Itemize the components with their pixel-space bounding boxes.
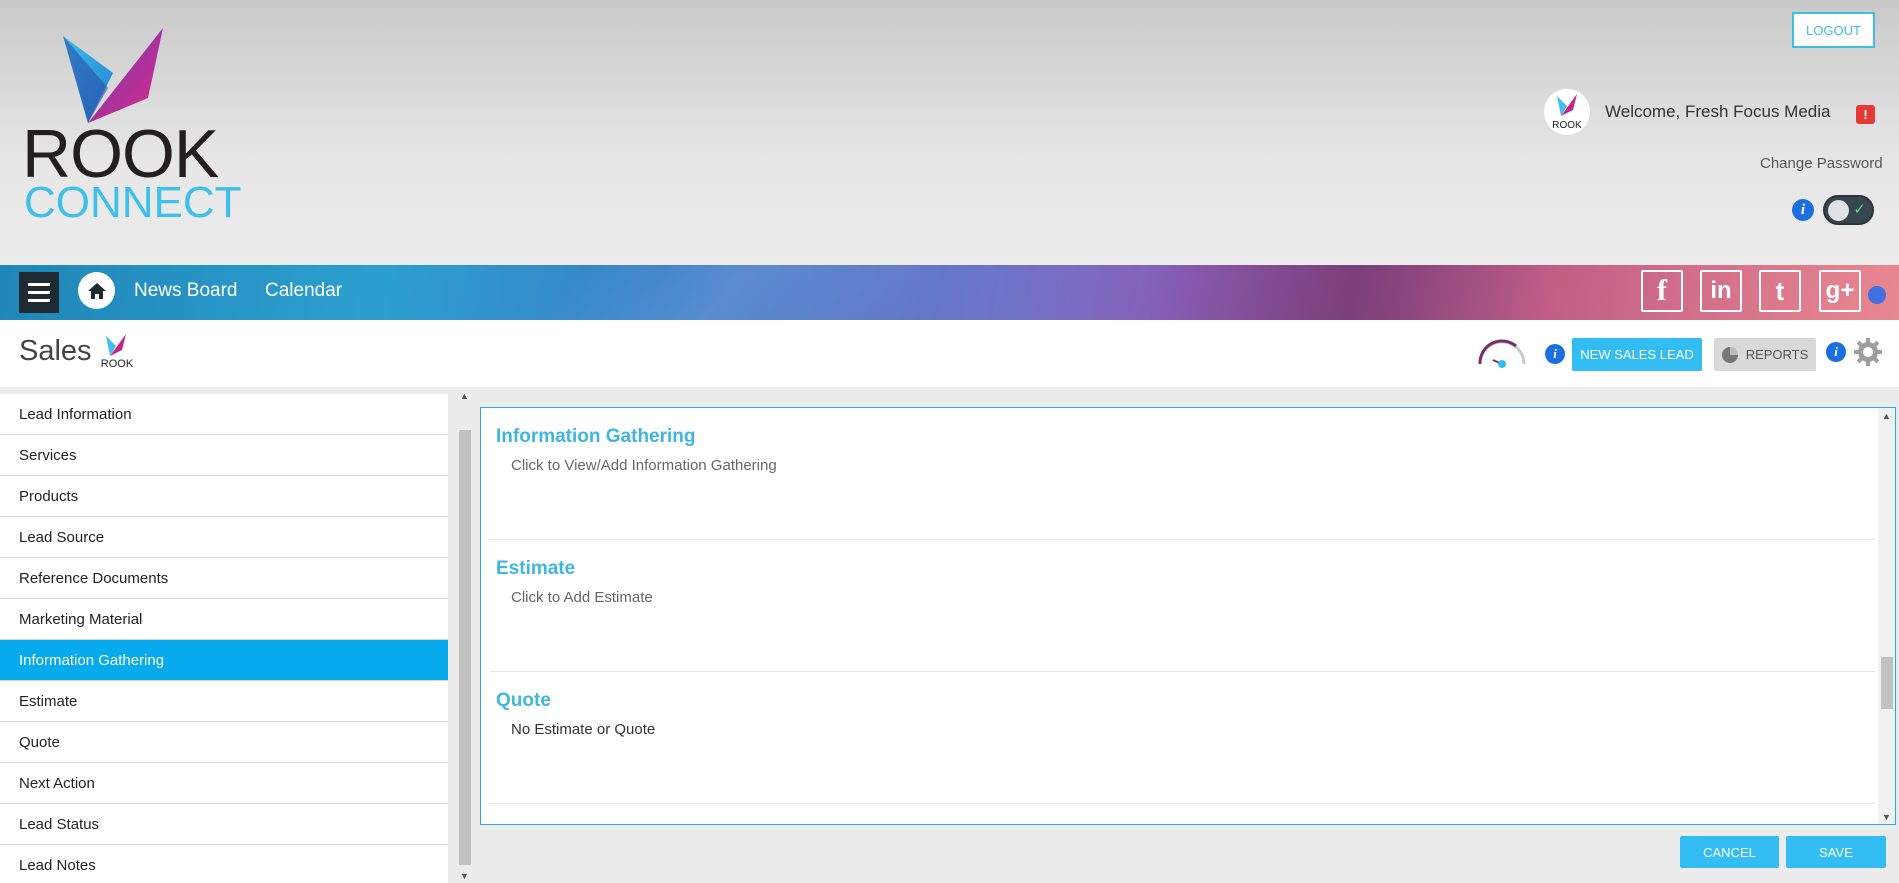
scroll-down-icon[interactable]: ▼ [460, 871, 469, 881]
main-scrollbar[interactable]: ▲ ▼ [1878, 408, 1895, 824]
info-icon[interactable]: i [1792, 199, 1814, 221]
sales-logo-icon: ROOK [101, 334, 134, 370]
sidebar-item-reference-documents[interactable]: Reference Documents [0, 558, 448, 599]
lead-details-panel: Information Gathering Click to View/Add … [480, 407, 1896, 825]
sidebar-item-marketing-material[interactable]: Marketing Material [0, 599, 448, 640]
sidebar-item-services[interactable]: Services [0, 435, 448, 476]
sidebar-item-estimate[interactable]: Estimate [0, 681, 448, 722]
new-sales-lead-button[interactable]: NEW SALES LEAD [1572, 338, 1702, 371]
section-estimate[interactable]: Estimate Click to Add Estimate [490, 540, 1875, 672]
rook-connect-logo[interactable]: ROOK CONNECT [18, 18, 242, 228]
linkedin-icon[interactable]: in [1700, 270, 1742, 312]
main-scroll-thumb[interactable] [1881, 657, 1893, 709]
sidebar-item-quote[interactable]: Quote [0, 722, 448, 763]
section-text: No Estimate or Quote [511, 721, 656, 738]
save-button[interactable]: SAVE [1786, 836, 1886, 868]
page-title: Sales [19, 335, 92, 367]
reports-button[interactable]: REPORTS [1714, 338, 1816, 371]
sidebar-scrollbar[interactable]: ▲ ▼ [456, 388, 473, 883]
sidebar-item-products[interactable]: Products [0, 476, 448, 517]
home-button[interactable] [78, 272, 115, 309]
check-icon: ✓ [1853, 201, 1866, 218]
change-password-link[interactable]: Change Password [1760, 155, 1883, 172]
section-quote[interactable]: Quote No Estimate or Quote [490, 672, 1875, 804]
logout-button[interactable]: LOGOUT [1792, 12, 1875, 48]
section-information-gathering[interactable]: Information Gathering Click to View/Add … [490, 408, 1875, 540]
scroll-down-icon[interactable]: ▼ [1882, 812, 1891, 822]
reports-label: REPORTS [1745, 347, 1809, 362]
sidebar-item-lead-status[interactable]: Lead Status [0, 804, 448, 845]
section-title: Quote [496, 690, 551, 711]
welcome-text: Welcome, Fresh Focus Media [1605, 102, 1831, 121]
avatar-logo-icon: ROOK [1552, 94, 1582, 131]
home-icon [87, 282, 106, 299]
sidebar-item-information-gathering[interactable]: Information Gathering [0, 640, 448, 681]
sales-logo-text: ROOK [101, 358, 134, 370]
gear-icon[interactable] [1853, 337, 1883, 367]
sidebar-item-lead-source[interactable]: Lead Source [0, 517, 448, 558]
sales-lead-info-icon[interactable]: i [1545, 344, 1565, 364]
section-text[interactable]: Click to View/Add Information Gathering [511, 457, 777, 474]
alert-icon[interactable]: ! [1856, 105, 1875, 124]
google-plus-icon[interactable]: g+ [1819, 270, 1861, 312]
avatar-text: ROOK [1552, 120, 1582, 131]
app-header: ROOK CONNECT LOGOUT ROOK Welcome, Fresh … [0, 0, 1899, 265]
notification-dot-icon[interactable] [1868, 286, 1886, 304]
sidebar-item-next-action[interactable]: Next Action [0, 763, 448, 804]
reports-info-icon[interactable]: i [1826, 342, 1846, 362]
toggle-switch[interactable]: ✓ [1823, 195, 1874, 225]
nav-news-board[interactable]: News Board [134, 280, 238, 302]
sidebar-scroll-thumb[interactable] [459, 430, 471, 865]
section-title: Information Gathering [496, 426, 696, 447]
logo-mark-icon [63, 28, 163, 123]
sidebar-item-lead-information[interactable]: Lead Information [0, 394, 448, 435]
section-text[interactable]: Click to Add Estimate [511, 589, 653, 606]
nav-calendar[interactable]: Calendar [265, 280, 342, 302]
twitter-icon[interactable]: t [1759, 270, 1801, 312]
nav-bar: News Board Calendar f in t g+ [0, 265, 1899, 320]
gauge-icon[interactable] [1476, 334, 1528, 370]
sidebar: Lead Information Services Products Lead … [0, 394, 448, 883]
cancel-button[interactable]: CANCEL [1680, 836, 1779, 868]
pie-chart-icon [1721, 346, 1738, 363]
toggle-knob [1828, 200, 1849, 221]
scroll-up-icon[interactable]: ▲ [1882, 411, 1891, 421]
scroll-up-icon[interactable]: ▲ [460, 391, 469, 401]
sidebar-item-lead-notes[interactable]: Lead Notes [0, 845, 448, 883]
logo-connect-text: CONNECT [24, 178, 242, 227]
menu-hamburger-icon[interactable] [19, 272, 59, 313]
avatar[interactable]: ROOK [1543, 88, 1591, 136]
section-title: Estimate [496, 558, 576, 579]
facebook-icon[interactable]: f [1641, 270, 1683, 312]
